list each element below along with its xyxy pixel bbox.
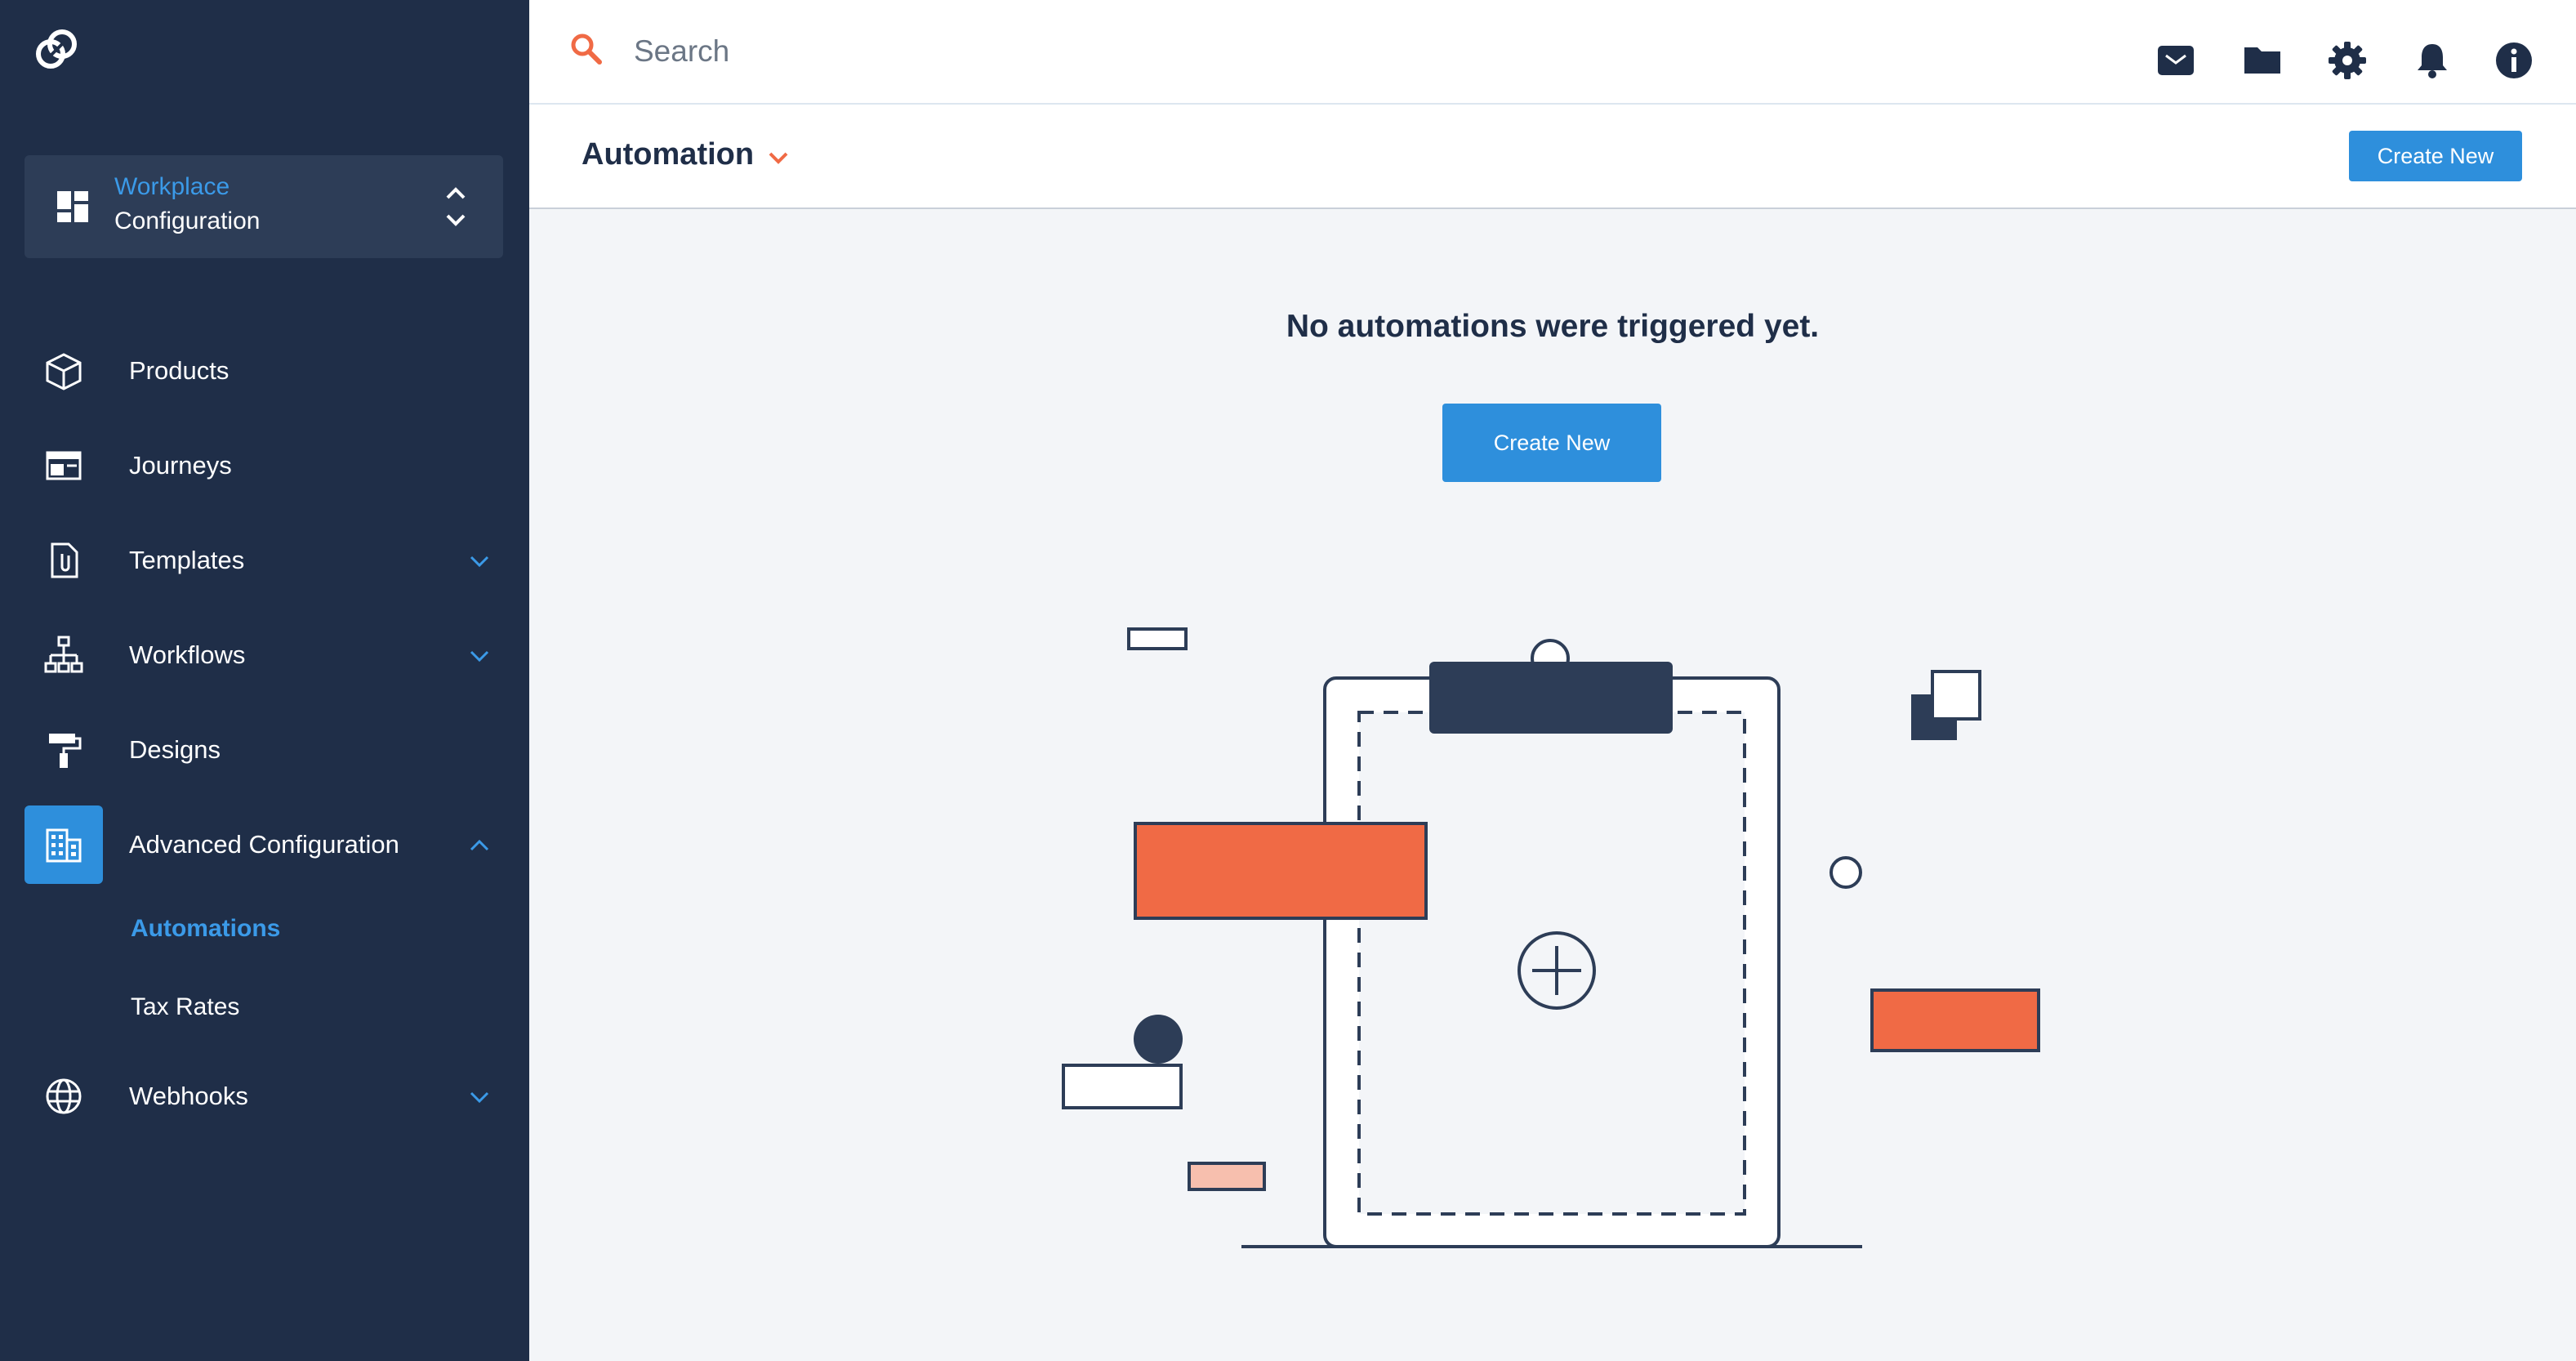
- sidebar-subitem-tax-rates[interactable]: Tax Rates: [131, 993, 239, 1021]
- cube-icon: [46, 353, 82, 390]
- search-input[interactable]: [632, 25, 1616, 78]
- sidebar-item-label: Webhooks: [129, 1082, 248, 1110]
- document-attachment-icon: [51, 542, 78, 578]
- chevron-down-icon: [470, 556, 489, 568]
- sidebar-item-templates[interactable]: Templates: [25, 521, 503, 600]
- search-icon: [571, 33, 602, 65]
- sidebar-item-workflows[interactable]: Workflows: [25, 616, 503, 694]
- sidebar-item-label: Journeys: [129, 451, 232, 480]
- info-icon[interactable]: [2493, 39, 2535, 82]
- workspace-name: Workplace: [114, 173, 230, 200]
- create-new-automation-button[interactable]: Create New: [1442, 404, 1661, 482]
- chevron-down-icon[interactable]: [766, 145, 791, 170]
- sidebar-subitem-automations[interactable]: Automations: [131, 915, 280, 943]
- dashboard-icon: [57, 191, 88, 222]
- browser-window-icon: [46, 451, 82, 480]
- globe-icon: [46, 1078, 82, 1114]
- create-new-button[interactable]: Create New: [2349, 131, 2522, 181]
- bell-icon[interactable]: [2411, 39, 2453, 82]
- sidebar-item-label: Workflows: [129, 640, 246, 669]
- sitemap-icon: [44, 636, 83, 673]
- sidebar: Workplace Configuration Products Journey…: [0, 0, 529, 1361]
- building-icon: [46, 828, 82, 863]
- sidebar-item-designs[interactable]: Designs: [25, 711, 503, 789]
- sidebar-item-label: Templates: [129, 546, 245, 574]
- chevron-up-down-icon: [446, 187, 466, 226]
- sidebar-item-products[interactable]: Products: [25, 332, 503, 410]
- paint-roller-icon: [49, 734, 82, 768]
- workspace-switcher[interactable]: Workplace Configuration: [25, 155, 503, 258]
- empty-clipboard-illustration: [1062, 627, 2040, 1248]
- sidebar-item-label: Designs: [129, 735, 221, 764]
- mail-icon[interactable]: [2155, 39, 2197, 82]
- page-title[interactable]: Automation: [582, 137, 754, 172]
- sidebar-item-label: Products: [129, 356, 230, 385]
- empty-state-message: No automations were triggered yet.: [1286, 309, 1820, 344]
- page-header: Automation Create New: [529, 105, 2576, 209]
- top-bar: [529, 0, 2576, 105]
- gear-icon[interactable]: [2326, 39, 2369, 82]
- sidebar-item-journeys[interactable]: Journeys: [25, 426, 503, 505]
- sidebar-item-advanced-configuration[interactable]: Advanced Configuration: [25, 805, 503, 884]
- sidebar-item-webhooks[interactable]: Webhooks: [25, 1057, 503, 1136]
- chevron-down-icon: [470, 650, 489, 663]
- workspace-section: Configuration: [114, 207, 261, 234]
- app-logo-icon[interactable]: [31, 25, 82, 75]
- chevron-up-icon: [470, 839, 489, 851]
- folder-icon[interactable]: [2241, 39, 2284, 82]
- sidebar-item-label: Advanced Configuration: [129, 830, 399, 859]
- chevron-down-icon: [470, 1091, 489, 1104]
